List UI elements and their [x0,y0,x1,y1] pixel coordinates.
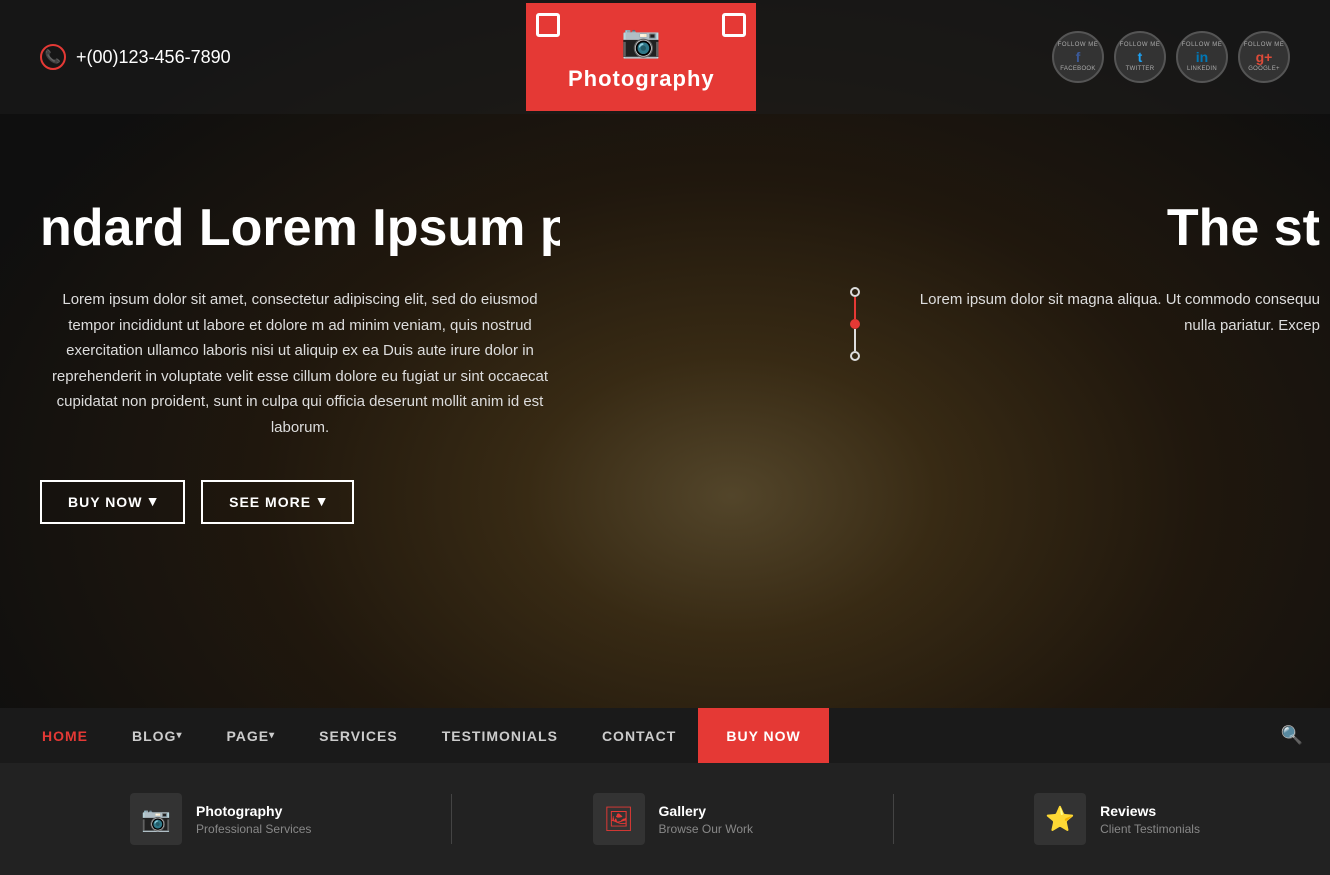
nav-item-page[interactable]: PAGE [204,708,297,763]
hero-buttons: BUY NOW ▶ SEE MORE ▶ [40,480,560,524]
nav-links: HOME BLOG PAGE SERVICES TESTIMONIALS CON… [20,708,829,763]
divider-1 [451,794,452,844]
see-more-label: SEE MORE [229,494,311,510]
nav-item-home[interactable]: HOME [20,708,110,763]
bottom-features-section: 📷 Photography Professional Services 🖼 Ga… [0,763,1330,875]
twitter-label: TWITTER [1126,66,1155,72]
feature-sub-3: Client Testimonials [1100,822,1200,836]
dot-filled-middle [850,319,860,329]
hero-left: ndard Lorem Ipsum passage Lorem ipsum do… [0,200,600,524]
feature-icon-3: ⭐ [1034,793,1086,845]
feature-item-3: ⭐ Reviews Client Testimonials [1034,793,1200,845]
linkedin-icon: in [1196,49,1208,65]
google-label: GOOGLE+ [1248,66,1280,72]
dot-empty-top [850,287,860,297]
hero-right-body-text: Lorem ipsum dolor sit magna aliqua. Ut c… [920,291,1320,334]
hero-right-title: The st [870,200,1320,257]
feature-title-3: Reviews [1100,803,1200,819]
buy-now-button[interactable]: BUY NOW ▶ [40,480,185,524]
social-linkedin[interactable]: FOLLOW ME in LINKEDIN [1176,31,1228,83]
site-header: 📞 +(00)123-456-7890 📷 Photography FOLLOW… [0,0,1330,114]
nav-item-blog[interactable]: BLOG [110,708,204,763]
phone-area: 📞 +(00)123-456-7890 [40,44,231,70]
follow-label-li: FOLLOW ME [1182,42,1223,48]
social-icons: FOLLOW ME f FACEBOOK FOLLOW ME t TWITTER… [1052,31,1290,83]
feature-title-1: Photography [196,803,311,819]
social-google[interactable]: FOLLOW ME g+ GOOGLE+ [1238,31,1290,83]
google-icon: g+ [1256,49,1273,65]
feature-item-1: 📷 Photography Professional Services [130,793,311,845]
nav-item-testimonials[interactable]: TESTIMONIALS [420,708,580,763]
follow-label-gp: FOLLOW ME [1244,42,1285,48]
facebook-icon: f [1076,49,1081,65]
feature-item-2: 🖼 Gallery Browse Our Work [593,793,753,845]
nav-buy-now-button[interactable]: BUY NOW [698,708,828,763]
hero-right-body: Lorem ipsum dolor sit magna aliqua. Ut c… [870,287,1320,338]
divider-2 [893,794,894,844]
buy-arrow-icon: ▶ [147,498,158,507]
nav-item-services[interactable]: SERVICES [297,708,420,763]
feature-title-2: Gallery [659,803,753,819]
connector-dots [850,287,860,361]
facebook-label: FACEBOOK [1060,66,1095,72]
phone-number: +(00)123-456-7890 [76,47,231,68]
feature-icon-2: 🖼 [593,793,645,845]
twitter-icon: t [1138,49,1143,65]
feature-icon-1: 📷 [130,793,182,845]
dot-line-1 [854,297,856,319]
feature-text-1: Photography Professional Services [196,803,311,836]
social-twitter[interactable]: FOLLOW ME t TWITTER [1114,31,1166,83]
social-facebook[interactable]: FOLLOW ME f FACEBOOK [1052,31,1104,83]
dot-line-2 [854,329,856,351]
phone-icon: 📞 [40,44,66,70]
linkedin-label: LINKEDIN [1187,66,1217,72]
dot-empty-bottom [850,351,860,361]
feature-text-3: Reviews Client Testimonials [1100,803,1200,836]
site-logo[interactable]: 📷 Photography [526,3,756,111]
search-icon[interactable]: 🔍 [1274,718,1310,754]
main-navbar: HOME BLOG PAGE SERVICES TESTIMONIALS CON… [0,708,1330,763]
hero-right: The st Lorem ipsum dolor sit magna aliqu… [830,200,1330,338]
buy-now-label: BUY NOW [68,494,142,510]
camera-icon: 📷 [621,22,661,60]
logo-text: Photography [568,66,715,92]
follow-label-fb: FOLLOW ME [1058,42,1099,48]
hero-left-title: ndard Lorem Ipsum passage [40,200,560,257]
see-more-button[interactable]: SEE MORE ▶ [201,480,354,524]
feature-sub-2: Browse Our Work [659,822,753,836]
nav-item-contact[interactable]: CONTACT [580,708,698,763]
feature-text-2: Gallery Browse Our Work [659,803,753,836]
follow-label-tw: FOLLOW ME [1120,42,1161,48]
feature-sub-1: Professional Services [196,822,311,836]
see-arrow-icon: ▶ [316,498,327,507]
hero-left-body: Lorem ipsum dolor sit amet, consectetur … [40,287,560,440]
